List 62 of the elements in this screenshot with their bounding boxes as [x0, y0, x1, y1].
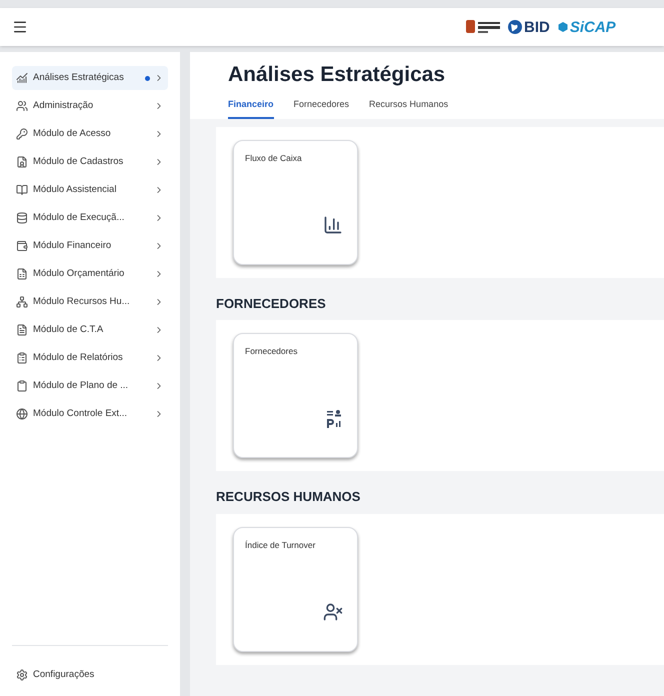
settings-link[interactable]: Configurações [33, 668, 94, 682]
sidebar-label: Módulo de Execuçã... [33, 210, 124, 225]
sidebar-label: Análises Estratégicas [33, 70, 124, 85]
sidebar-label: Módulo Recursos Hu... [33, 294, 130, 309]
book-icon [16, 184, 28, 196]
sidebar-label: Módulo de Acesso [33, 126, 111, 141]
sicap-logo: SiCAP [570, 20, 616, 34]
clipboard-icon [16, 380, 28, 392]
tile-title: Fluxo de Caixa [245, 152, 303, 164]
database-icon [16, 212, 28, 224]
sidebar-item[interactable]: Módulo Financeiro [12, 234, 168, 258]
section-heading: RECURSOS HUMANOS [216, 488, 362, 506]
tile-title: Índice de Turnover [245, 538, 316, 552]
page-title: Análises Estratégicas [228, 62, 446, 88]
sidebar-label: Módulo de Cadastros [33, 154, 124, 169]
document-user-icon [16, 156, 28, 168]
sidebar-item[interactable]: Módulo de C.T.A [12, 318, 168, 342]
network-icon [16, 296, 28, 308]
sidebar-item[interactable]: Administração [12, 94, 168, 118]
spreadsheet-icon [16, 268, 28, 280]
globe-logo [508, 20, 522, 34]
sidebar-label: Módulo Assistencial [33, 182, 116, 197]
sidebar-label: Módulo Orçamentário [33, 266, 124, 281]
sidebar-item[interactable]: Módulo Recursos Hu... [12, 290, 168, 314]
sidebar-item[interactable]: Módulo de Relatórios [12, 346, 168, 370]
report-icon [16, 352, 28, 364]
document-icon [16, 324, 28, 336]
sidebar-label: Módulo de C.T.A [33, 322, 104, 337]
tile-title: Fornecedores [245, 345, 298, 358]
sidebar-label: Módulo Financeiro [33, 238, 112, 253]
hexagon-logo-icon [558, 22, 568, 32]
chart-icon [16, 72, 28, 84]
sidebar-item[interactable]: Módulo de Acesso [12, 122, 168, 146]
person-remove-icon [323, 602, 343, 622]
list-chart-icon [327, 410, 343, 428]
sidebar-label: Módulo Controle Ext... [33, 406, 127, 421]
sidebar-label: Administração [33, 98, 94, 113]
bar-chart-icon [323, 214, 343, 235]
globe-icon [16, 408, 28, 420]
sidebar-item[interactable]: Módulo Assistencial [12, 178, 168, 202]
sidebar-item[interactable]: Módulo de Cadastros [12, 150, 168, 174]
sidebar-item[interactable]: Módulo Orçamentário [12, 262, 168, 286]
tile-card[interactable]: Fluxo de Caixa [233, 140, 358, 265]
sidebar-item[interactable]: Módulo de Plano de ... [12, 374, 168, 398]
key-icon [16, 128, 28, 140]
tab[interactable]: Financeiro [228, 98, 274, 119]
settings-icon [16, 668, 28, 681]
users-icon [16, 100, 28, 112]
tile-card[interactable]: Fornecedores [233, 333, 358, 458]
tile-card[interactable]: Índice de Turnover [233, 526, 358, 652]
wallet-icon [16, 240, 28, 252]
bid-logo: BID [524, 20, 550, 34]
sidebar-item[interactable]: Módulo Controle Ext... [12, 402, 168, 426]
sidebar-label: Módulo de Plano de ... [33, 378, 128, 393]
city-crest-logo [466, 19, 500, 35]
sidebar-label: Módulo de Relatórios [33, 350, 123, 365]
section-heading: FORNECEDORES [216, 294, 327, 313]
sidebar-item[interactable]: Análises Estratégicas [12, 66, 168, 90]
tab[interactable]: Fornecedores [294, 98, 350, 119]
sidebar-item[interactable]: Módulo de Execuçã... [12, 206, 168, 230]
tab[interactable]: Recursos Humanos [369, 98, 448, 119]
menu-icon [12, 19, 28, 35]
